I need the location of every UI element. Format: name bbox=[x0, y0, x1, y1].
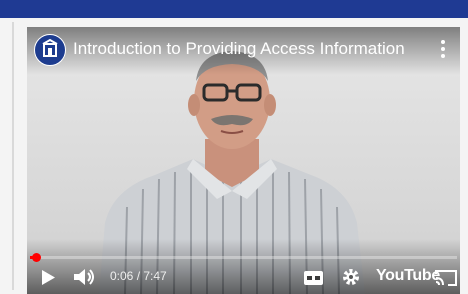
more-vertical-icon[interactable] bbox=[440, 39, 446, 59]
time-display: 0:06 / 7:47 bbox=[110, 269, 167, 283]
gear-icon[interactable] bbox=[342, 268, 360, 286]
cast-icon[interactable] bbox=[435, 269, 457, 286]
video-player[interactable]: Introduction to Providing Access Informa… bbox=[27, 27, 460, 294]
left-divider bbox=[12, 22, 14, 290]
play-icon[interactable] bbox=[40, 269, 56, 286]
top-banner-band bbox=[0, 0, 468, 18]
video-title[interactable]: Introduction to Providing Access Informa… bbox=[73, 39, 405, 59]
youtube-logo[interactable]: YouTube bbox=[376, 267, 440, 285]
channel-logo-icon[interactable] bbox=[34, 34, 66, 66]
captions-icon[interactable] bbox=[303, 270, 324, 286]
volume-icon[interactable] bbox=[73, 268, 97, 286]
progress-bar[interactable] bbox=[30, 253, 457, 262]
scrubber-handle[interactable] bbox=[31, 253, 41, 262]
